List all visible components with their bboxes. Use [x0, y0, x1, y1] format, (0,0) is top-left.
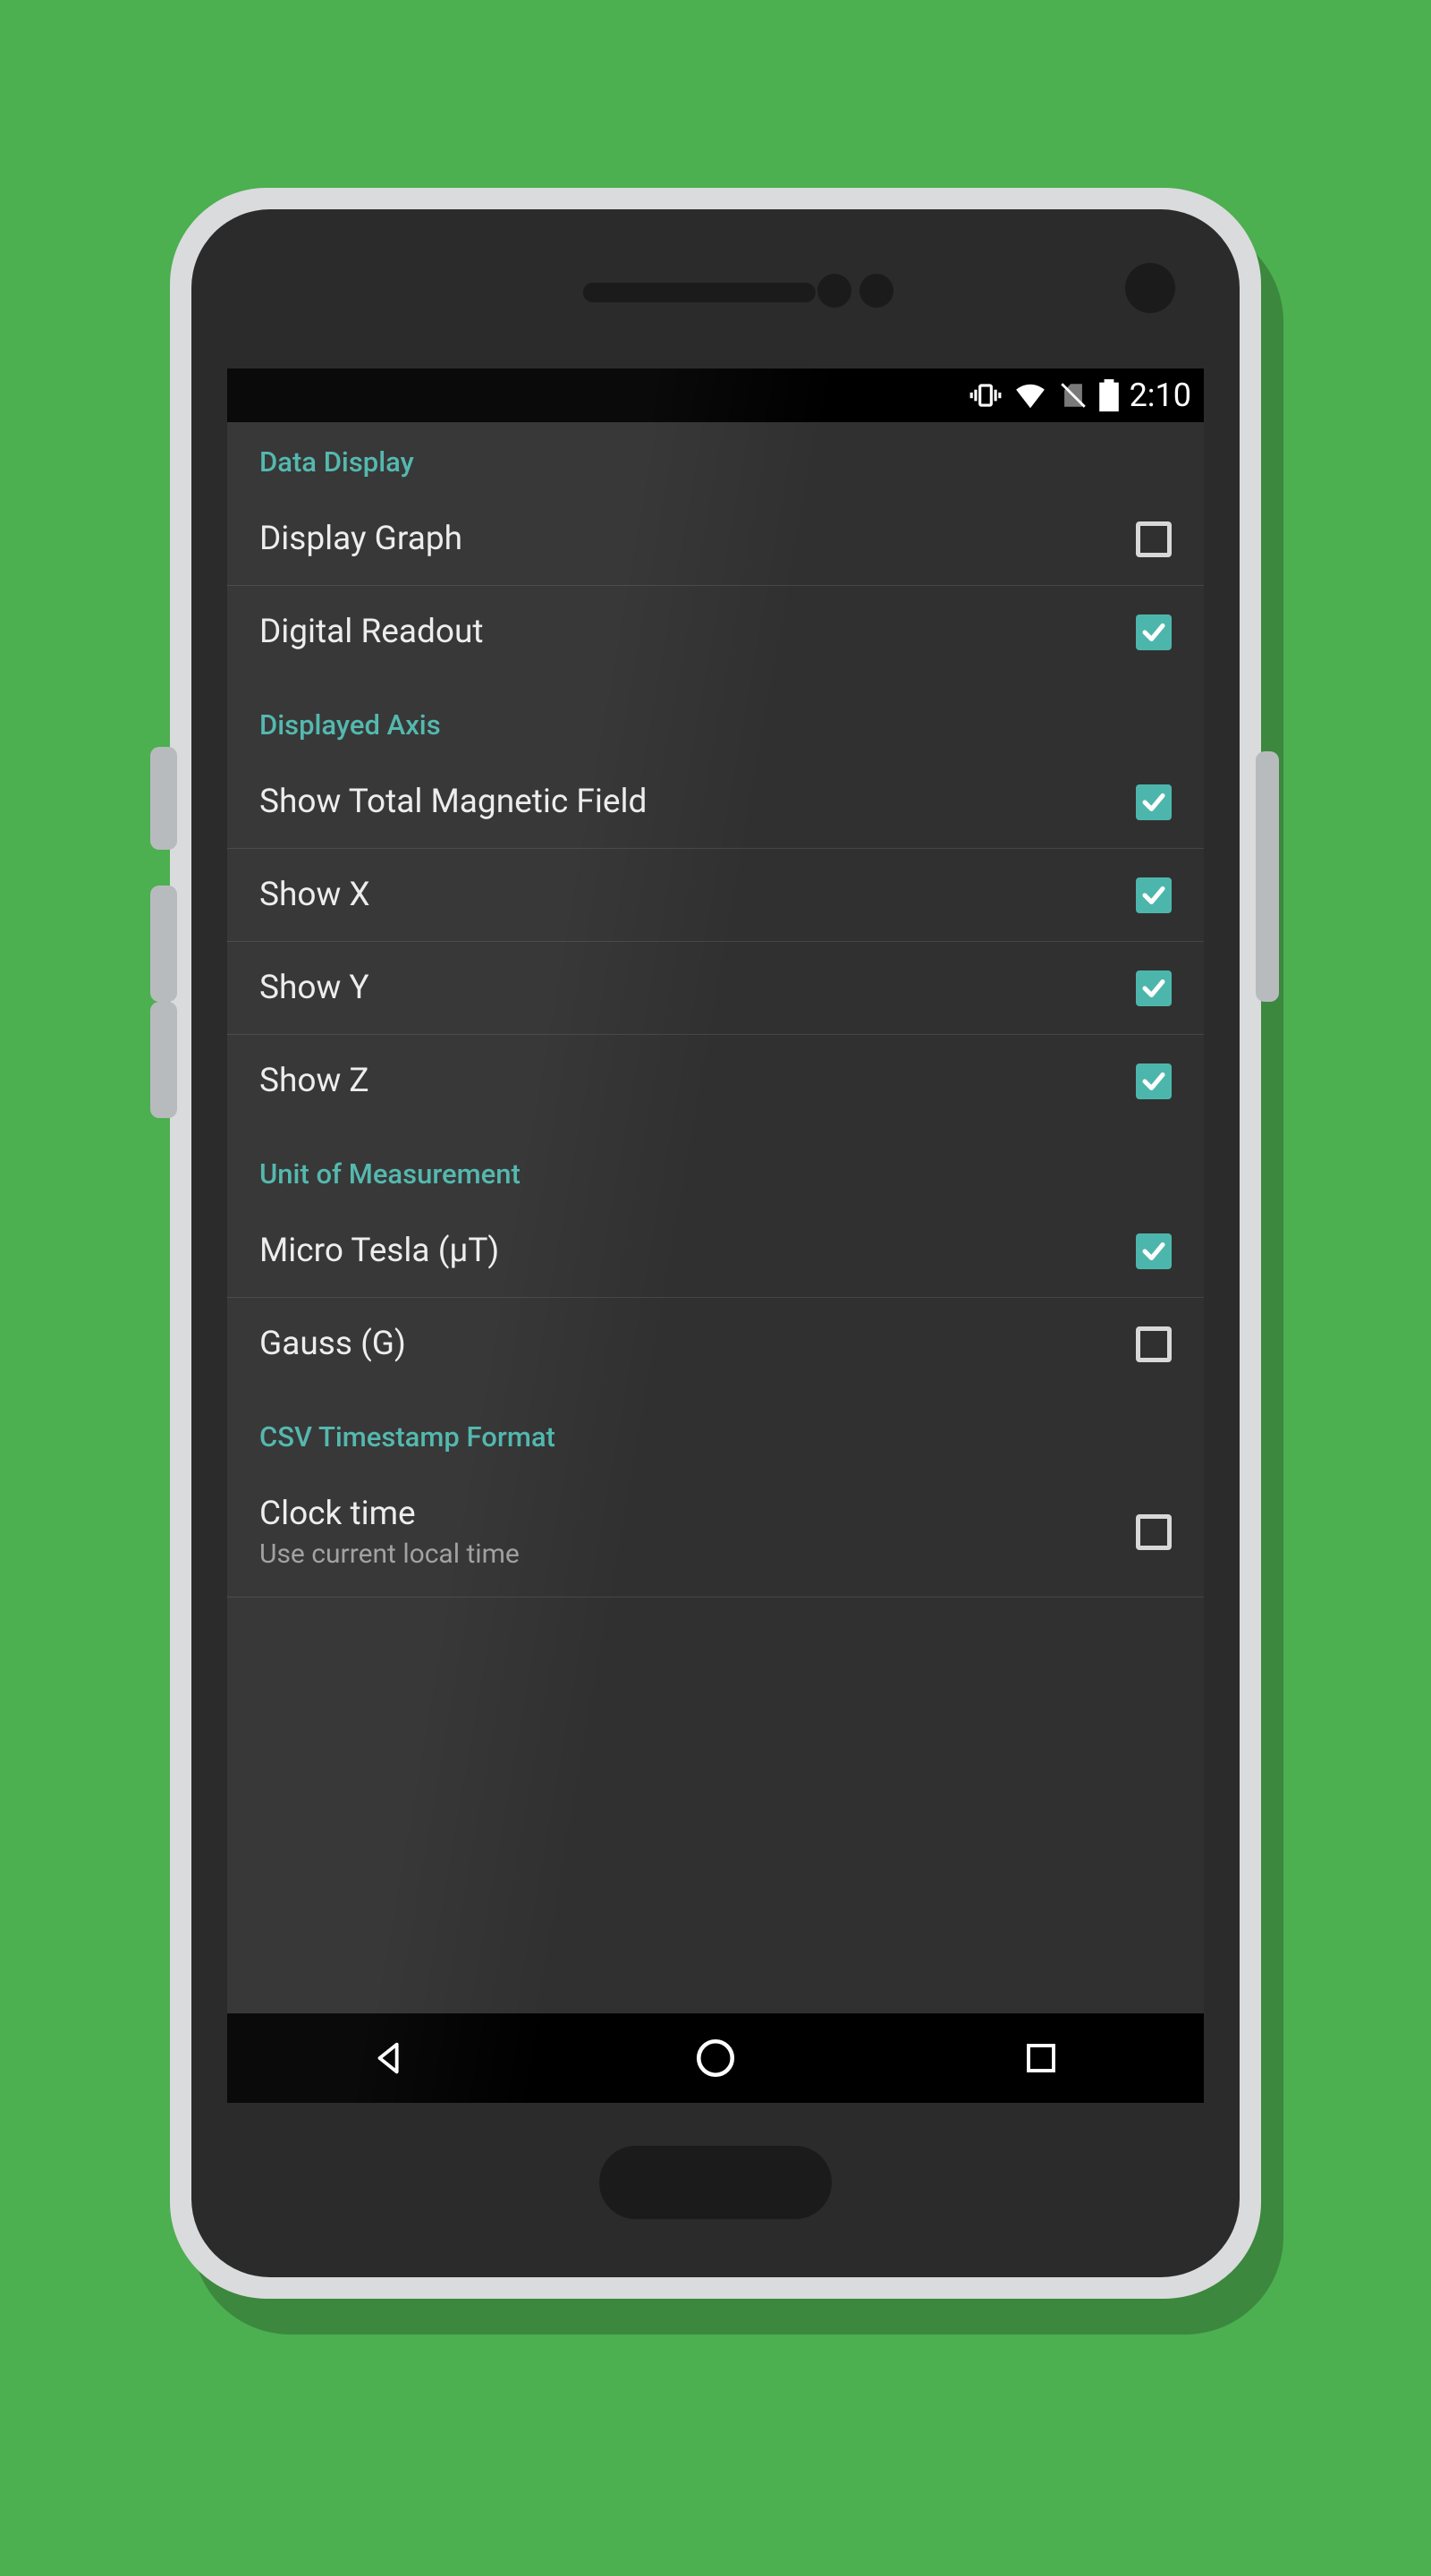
- no-sim-icon: [1058, 380, 1088, 411]
- phone-volume-down-button: [150, 1002, 177, 1118]
- row-label: Show Z: [259, 1062, 1118, 1100]
- phone-camera-icon: [1125, 263, 1175, 313]
- checkbox-show-y[interactable]: [1136, 970, 1172, 1006]
- row-gauss[interactable]: Gauss (G): [227, 1298, 1204, 1390]
- phone-screen: 2:10 Data Display Display Graph Digital …: [227, 369, 1204, 2103]
- phone-volume-up-button: [150, 886, 177, 1002]
- row-label: Display Graph: [259, 520, 1118, 558]
- row-show-z[interactable]: Show Z: [227, 1035, 1204, 1127]
- battery-icon: [1099, 379, 1119, 411]
- row-micro-tesla[interactable]: Micro Tesla (μT): [227, 1205, 1204, 1298]
- section-header-csv-timestamp: CSV Timestamp Format: [227, 1390, 1204, 1468]
- row-label: Show Y: [259, 969, 1118, 1007]
- row-label: Clock time: [259, 1495, 1118, 1533]
- row-show-x[interactable]: Show X: [227, 849, 1204, 942]
- phone-side-button: [1256, 751, 1279, 1002]
- checkbox-show-x[interactable]: [1136, 877, 1172, 913]
- phone-frame: 2:10 Data Display Display Graph Digital …: [170, 188, 1261, 2299]
- checkbox-clock-time[interactable]: [1136, 1514, 1172, 1550]
- checkbox-show-z[interactable]: [1136, 1063, 1172, 1099]
- phone-bezel: 2:10 Data Display Display Graph Digital …: [191, 209, 1240, 2277]
- nav-back-button[interactable]: [301, 2038, 479, 2079]
- row-label: Gauss (G): [259, 1325, 1118, 1363]
- checkbox-micro-tesla[interactable]: [1136, 1233, 1172, 1269]
- section-header-data-display: Data Display: [227, 422, 1204, 493]
- wifi-icon: [1013, 378, 1047, 412]
- checkbox-display-graph[interactable]: [1136, 521, 1172, 557]
- nav-recent-button[interactable]: [952, 2039, 1130, 2077]
- section-header-unit: Unit of Measurement: [227, 1127, 1204, 1205]
- phone-sensor-icon: [859, 274, 893, 308]
- checkbox-digital-readout[interactable]: [1136, 614, 1172, 650]
- row-label: Show Total Magnetic Field: [259, 783, 1118, 821]
- vibrate-icon: [969, 378, 1003, 412]
- row-label: Digital Readout: [259, 613, 1118, 651]
- navigation-bar: [227, 2013, 1204, 2103]
- row-show-total-magnetic-field[interactable]: Show Total Magnetic Field: [227, 756, 1204, 849]
- phone-power-button: [150, 747, 177, 850]
- phone-sensor-icon: [817, 274, 851, 308]
- row-display-graph[interactable]: Display Graph: [227, 493, 1204, 586]
- row-label: Micro Tesla (μT): [259, 1232, 1118, 1270]
- status-time: 2:10: [1130, 377, 1191, 414]
- row-show-y[interactable]: Show Y: [227, 942, 1204, 1035]
- checkbox-show-total[interactable]: [1136, 784, 1172, 820]
- status-bar: 2:10: [227, 369, 1204, 422]
- row-clock-time[interactable]: Clock time Use current local time: [227, 1468, 1204, 1597]
- checkbox-gauss[interactable]: [1136, 1326, 1172, 1362]
- phone-speaker: [583, 283, 816, 302]
- nav-home-button[interactable]: [626, 2036, 805, 2080]
- row-label: Show X: [259, 876, 1118, 914]
- row-digital-readout[interactable]: Digital Readout: [227, 586, 1204, 678]
- settings-list[interactable]: Data Display Display Graph Digital Reado…: [227, 422, 1204, 2013]
- phone-home-button: [599, 2146, 832, 2219]
- row-subtitle: Use current local time: [259, 1538, 1118, 1570]
- section-header-displayed-axis: Displayed Axis: [227, 678, 1204, 756]
